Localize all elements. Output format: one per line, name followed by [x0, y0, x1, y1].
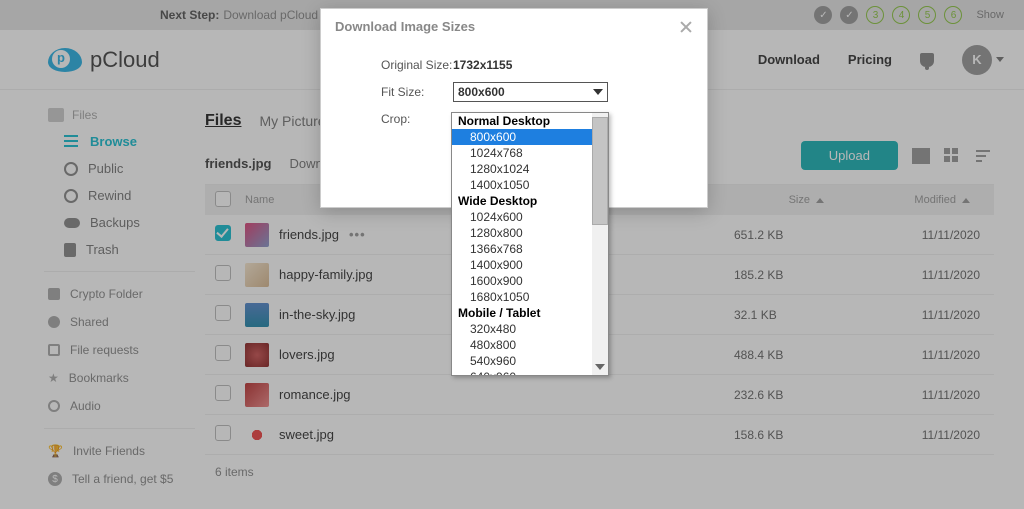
crop-label: Crop:: [381, 112, 453, 126]
close-icon[interactable]: [679, 20, 693, 34]
dropdown-option[interactable]: 1024x768: [452, 145, 592, 161]
dropdown-option[interactable]: 540x960: [452, 353, 592, 369]
fit-size-dropdown[interactable]: Normal Desktop800x6001024x7681280x102414…: [451, 112, 609, 376]
dropdown-option[interactable]: 1366x768: [452, 241, 592, 257]
fit-size-label: Fit Size:: [381, 85, 453, 99]
modal-title: Download Image Sizes: [335, 19, 475, 34]
dropdown-option[interactable]: 800x600: [452, 129, 592, 145]
dropdown-scrollbar[interactable]: [592, 113, 608, 375]
fit-size-select[interactable]: 800x600: [453, 82, 608, 102]
dropdown-option[interactable]: 1280x1024: [452, 161, 592, 177]
original-size-value: 1732x1155: [453, 58, 512, 72]
dropdown-group: Wide Desktop: [452, 193, 592, 209]
dropdown-option[interactable]: 480x800: [452, 337, 592, 353]
chevron-down-icon: [593, 89, 603, 95]
dropdown-option[interactable]: 320x480: [452, 321, 592, 337]
scrollbar-thumb[interactable]: [592, 117, 608, 225]
dropdown-option[interactable]: 1400x1050: [452, 177, 592, 193]
dropdown-option[interactable]: 1600x900: [452, 273, 592, 289]
fit-size-value: 800x600: [458, 85, 505, 99]
dropdown-option[interactable]: 640x960: [452, 369, 592, 376]
dropdown-group: Normal Desktop: [452, 113, 592, 129]
dropdown-option[interactable]: 1024x600: [452, 209, 592, 225]
original-size-label: Original Size:: [381, 58, 453, 72]
dropdown-option[interactable]: 1280x800: [452, 225, 592, 241]
dropdown-group: Mobile / Tablet: [452, 305, 592, 321]
dropdown-option[interactable]: 1680x1050: [452, 289, 592, 305]
scroll-down-icon[interactable]: [592, 359, 608, 375]
dropdown-option[interactable]: 1400x900: [452, 257, 592, 273]
